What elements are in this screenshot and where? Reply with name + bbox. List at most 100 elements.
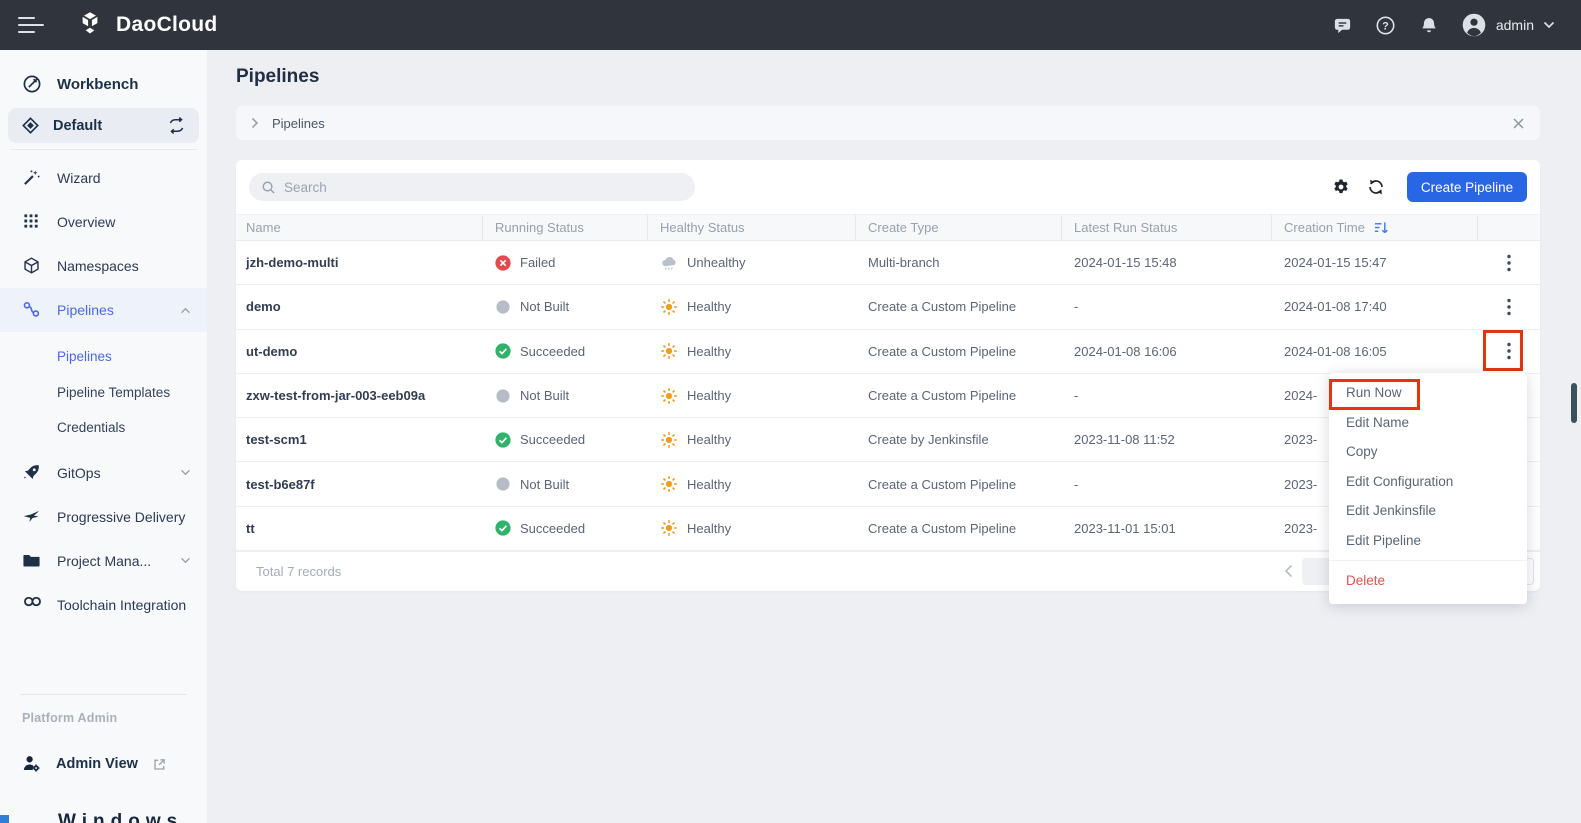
help-icon[interactable]: ? [1375, 14, 1397, 36]
sidebar-divider [20, 694, 187, 695]
kebab-menu-icon[interactable] [1496, 294, 1522, 320]
cutoff-watermark-text: Windows [58, 811, 183, 823]
pipeline-name[interactable]: tt [236, 521, 483, 536]
sidebar-item-overview[interactable]: Overview [0, 200, 207, 244]
sidebar-subitem-pipelines[interactable]: Pipelines [0, 339, 207, 375]
running-status-cell: Not Built [483, 299, 648, 315]
bird-icon [22, 507, 42, 527]
running-status-cell: Succeeded [483, 432, 648, 448]
switch-workspace-icon[interactable] [167, 116, 186, 135]
sun-icon [661, 299, 677, 315]
sidebar-item-workbench[interactable]: Workbench [0, 62, 207, 106]
succeeded-icon [495, 344, 510, 359]
create-type-cell: Create a Custom Pipeline [856, 344, 1062, 359]
latest-run-cell: - [1062, 388, 1272, 403]
not-built-icon [496, 389, 509, 402]
search-box [249, 173, 695, 201]
sidebar-item-project-management[interactable]: Project Mana... [0, 539, 207, 583]
vertical-scrollbar-thumb[interactable] [1571, 383, 1577, 423]
create-type-cell: Multi-branch [856, 255, 1062, 270]
sidebar: Workbench Default Wizard Overview Namesp… [0, 50, 207, 823]
sidebar-item-namespaces[interactable]: Namespaces [0, 244, 207, 288]
brand-name: DaoCloud [116, 13, 218, 37]
workspace-name: Default [53, 118, 155, 134]
column-header-creation-time[interactable]: Creation Time [1272, 215, 1478, 240]
menu-item-delete[interactable]: Delete [1329, 566, 1527, 596]
search-input[interactable] [284, 180, 683, 195]
create-pipeline-button[interactable]: Create Pipeline [1407, 172, 1527, 202]
sidebar-item-wizard[interactable]: Wizard [0, 156, 207, 200]
user-menu[interactable]: admin [1461, 12, 1555, 38]
pipeline-name[interactable]: jzh-demo-multi [236, 255, 483, 270]
cube-icon [22, 256, 42, 276]
refresh-icon[interactable] [1367, 178, 1385, 196]
pipeline-name[interactable]: test-b6e87f [236, 477, 483, 492]
sun-icon [661, 388, 677, 404]
gear-icon[interactable] [1332, 178, 1350, 196]
chevron-left-icon[interactable] [1284, 564, 1293, 578]
sun-icon [661, 476, 677, 492]
chevron-down-icon [180, 557, 191, 564]
sort-desc-icon[interactable] [1374, 221, 1389, 235]
table-row: jzh-demo-multi Failed Unhealthy Multi-br… [236, 241, 1540, 285]
sidebar-item-gitops[interactable]: GitOps [0, 451, 207, 495]
pipeline-icon [22, 300, 42, 320]
menu-item-edit-configuration[interactable]: Edit Configuration [1329, 467, 1527, 497]
running-status-cell: Not Built [483, 388, 648, 404]
table-row: ut-demo Succeeded Healthy Create a Custo… [236, 330, 1540, 374]
platform-admin-label: Platform Admin [22, 711, 207, 725]
creation-time-cell: 2024-01-15 15:47 [1272, 255, 1478, 270]
sidebar-item-label: Pipelines [57, 302, 165, 318]
sidebar-item-label: Namespaces [57, 258, 191, 274]
pipeline-name[interactable]: test-scm1 [236, 432, 483, 447]
menu-item-run-now[interactable]: Run Now [1329, 378, 1527, 408]
column-header-running-status: Running Status [483, 215, 648, 240]
bell-icon[interactable] [1418, 14, 1440, 36]
kebab-menu-icon[interactable] [1496, 250, 1522, 276]
healthy-status-cell: Healthy [648, 431, 856, 449]
menu-item-edit-name[interactable]: Edit Name [1329, 408, 1527, 438]
close-icon[interactable] [1512, 117, 1525, 130]
rocket-icon [22, 463, 42, 483]
sun-icon [661, 432, 677, 448]
brand-logo-icon [74, 9, 106, 41]
message-icon[interactable] [1332, 14, 1354, 36]
menu-divider [1329, 560, 1527, 561]
sidebar-subitem-pipeline-templates[interactable]: Pipeline Templates [0, 375, 207, 411]
sidebar-item-label: Admin View [56, 756, 138, 772]
failed-icon [495, 255, 510, 270]
latest-run-cell: 2023-11-01 15:01 [1062, 521, 1272, 536]
menu-icon[interactable] [18, 12, 44, 38]
brand: DaoCloud [74, 9, 218, 41]
workspace-selector[interactable]: Default [8, 108, 199, 143]
menu-item-copy[interactable]: Copy [1329, 437, 1527, 467]
menu-item-edit-jenkinsfile[interactable]: Edit Jenkinsfile [1329, 496, 1527, 526]
sidebar-item-admin-view[interactable]: Admin View [0, 749, 207, 779]
create-type-cell: Create by Jenkinsfile [856, 432, 1062, 447]
sun-icon [661, 521, 677, 537]
column-header-latest-run-status: Latest Run Status [1062, 215, 1272, 240]
folder-icon [22, 551, 42, 571]
column-header-name: Name [236, 215, 483, 240]
create-type-cell: Create a Custom Pipeline [856, 388, 1062, 403]
sidebar-item-label: Toolchain Integration [57, 597, 191, 613]
breadcrumb-chevron-icon [251, 117, 259, 129]
top-bar-actions: ? admin [1332, 12, 1555, 38]
breadcrumb: Pipelines [236, 106, 1540, 140]
sidebar-item-pipelines[interactable]: Pipelines [0, 288, 207, 332]
pipeline-name[interactable]: demo [236, 299, 483, 314]
creation-time-cell: 2024-01-08 16:05 [1272, 344, 1478, 359]
sidebar-subitem-credentials[interactable]: Credentials [0, 410, 207, 446]
healthy-status-cell: Healthy [648, 475, 856, 493]
kebab-menu-icon[interactable] [1496, 338, 1522, 364]
pipeline-name[interactable]: zxw-test-from-jar-003-eeb09a [236, 388, 483, 403]
latest-run-cell: - [1062, 477, 1272, 492]
search-icon [261, 180, 276, 195]
sidebar-item-label: Overview [57, 214, 191, 230]
sidebar-item-toolchain-integration[interactable]: Toolchain Integration [0, 583, 207, 627]
menu-item-edit-pipeline[interactable]: Edit Pipeline [1329, 526, 1527, 556]
pipeline-name[interactable]: ut-demo [236, 344, 483, 359]
chevron-down-icon [1543, 21, 1555, 29]
sidebar-item-progressive-delivery[interactable]: Progressive Delivery [0, 495, 207, 539]
breadcrumb-item[interactable]: Pipelines [272, 116, 325, 131]
